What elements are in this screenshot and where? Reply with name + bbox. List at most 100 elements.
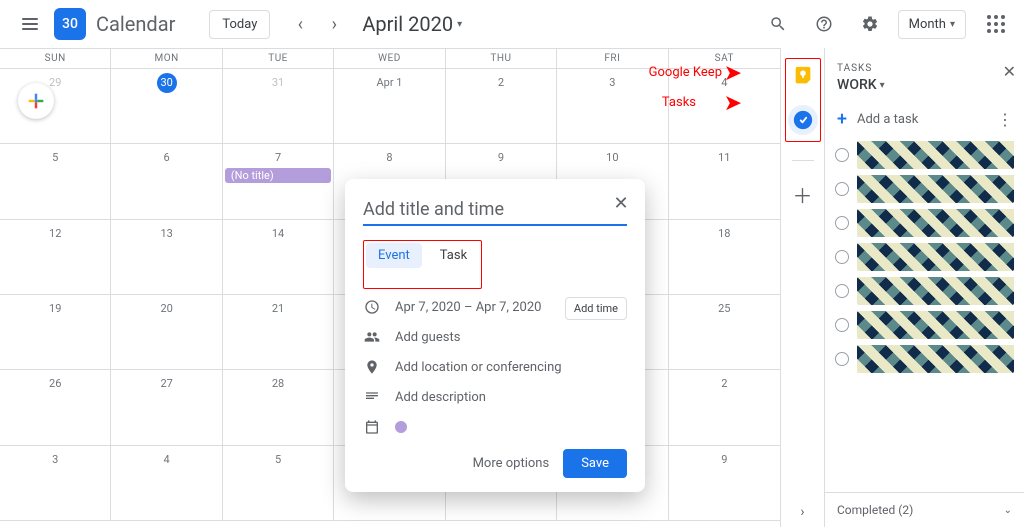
day-cell[interactable]: 11 [669, 144, 780, 219]
prev-month-button[interactable]: ‹ [286, 10, 314, 38]
day-cell[interactable]: 21 [223, 295, 334, 370]
arrow-icon: ➤ [724, 91, 742, 116]
task-thumbnail [857, 175, 1014, 203]
task-radio[interactable] [835, 250, 849, 264]
tasks-menu-button[interactable]: ⋮ [997, 110, 1014, 129]
add-task-button[interactable]: + Add a task ⋮ [825, 101, 1024, 138]
row-guests[interactable]: Add guests [363, 329, 627, 345]
task-item[interactable] [831, 138, 1018, 172]
addons-button[interactable]: ＋ [788, 179, 818, 209]
task-item[interactable] [831, 342, 1018, 376]
task-item[interactable] [831, 308, 1018, 342]
keep-button[interactable] [788, 61, 818, 91]
keep-icon [792, 65, 814, 87]
collapse-rail-button[interactable]: › [788, 497, 818, 527]
day-cell[interactable]: 18 [669, 220, 780, 295]
task-list-selector[interactable]: WORK ▾ [837, 77, 1012, 93]
row-description[interactable]: Add description [363, 389, 627, 405]
day-number: 27 [157, 374, 177, 394]
day-cell[interactable]: 9 [669, 446, 780, 521]
task-item[interactable] [831, 240, 1018, 274]
day-cell[interactable]: 12 [0, 220, 111, 295]
task-thumbnail [857, 209, 1014, 237]
day-number: 19 [45, 299, 65, 319]
help-button[interactable] [806, 6, 842, 42]
day-cell[interactable]: 27 [111, 370, 222, 445]
day-cell[interactable]: 5 [0, 144, 111, 219]
day-cell[interactable]: 28 [223, 370, 334, 445]
dropdown-caret-icon: ▾ [880, 80, 885, 91]
close-panel-button[interactable]: ✕ [1003, 62, 1016, 81]
day-cell[interactable]: Apr 1 [334, 69, 445, 144]
day-cell[interactable]: 25 [669, 295, 780, 370]
row-calendar[interactable] [363, 419, 627, 435]
task-radio[interactable] [835, 182, 849, 196]
google-apps-button[interactable] [976, 6, 1012, 42]
day-number: 26 [45, 374, 65, 394]
task-radio[interactable] [835, 284, 849, 298]
task-list [825, 138, 1024, 492]
close-icon: ✕ [613, 193, 628, 214]
title-input[interactable] [363, 195, 627, 226]
settings-button[interactable] [852, 6, 888, 42]
task-radio[interactable] [835, 318, 849, 332]
day-number: 10 [602, 148, 622, 168]
day-cell[interactable]: 20 [111, 295, 222, 370]
day-number: 30 [157, 73, 177, 93]
day-cell[interactable]: 3 [0, 446, 111, 521]
current-range[interactable]: April 2020 ▾ [362, 12, 462, 36]
day-cell[interactable]: 14 [223, 220, 334, 295]
day-number: 3 [602, 73, 622, 93]
day-cell[interactable]: 29 [0, 69, 111, 144]
task-item[interactable] [831, 172, 1018, 206]
search-button[interactable] [760, 6, 796, 42]
annotation-keep: Google Keep [649, 65, 722, 80]
add-time-button[interactable]: Add time [565, 297, 627, 320]
day-number: 2 [491, 73, 511, 93]
tasks-button[interactable] [788, 105, 818, 135]
day-cell[interactable]: 31 [223, 69, 334, 144]
day-number: 3 [45, 450, 65, 470]
event-chip[interactable]: (No title) [225, 168, 331, 183]
save-button[interactable]: Save [563, 449, 627, 478]
description-label: Add description [395, 390, 486, 405]
row-location[interactable]: Add location or conferencing [363, 359, 627, 375]
row-date[interactable]: Apr 7, 2020 – Apr 7, 2020 Add time [363, 299, 627, 315]
close-button[interactable]: ✕ [607, 189, 635, 217]
task-radio[interactable] [835, 148, 849, 162]
day-cell[interactable]: 5 [223, 446, 334, 521]
task-item[interactable] [831, 274, 1018, 308]
task-radio[interactable] [835, 216, 849, 230]
location-label: Add location or conferencing [395, 360, 562, 375]
day-cell[interactable]: 6 [111, 144, 222, 219]
day-number: 5 [45, 148, 65, 168]
annotation-tasks: Tasks [662, 95, 696, 110]
day-number: 25 [714, 299, 734, 319]
menu-button[interactable] [12, 6, 48, 42]
tab-task[interactable]: Task [428, 243, 479, 268]
day-number: 9 [491, 148, 511, 168]
weekday-label: THU [446, 49, 557, 69]
task-radio[interactable] [835, 352, 849, 366]
task-thumbnail [857, 311, 1014, 339]
day-cell[interactable]: 2 [446, 69, 557, 144]
day-cell[interactable]: 30 [111, 69, 222, 144]
today-button[interactable]: Today [209, 10, 270, 39]
day-cell[interactable]: 7(No title) [223, 144, 334, 219]
quick-create-popover: ✕ Event Task Apr 7, 2020 – Apr 7, 2020 A… [345, 179, 645, 492]
tab-event[interactable]: Event [366, 243, 422, 268]
more-options-button[interactable]: More options [473, 456, 550, 471]
day-cell[interactable]: 26 [0, 370, 111, 445]
next-month-button[interactable]: › [320, 10, 348, 38]
task-item[interactable] [831, 206, 1018, 240]
day-cell[interactable]: 2 [669, 370, 780, 445]
day-cell[interactable]: 13 [111, 220, 222, 295]
day-cell[interactable]: 3 [557, 69, 668, 144]
day-cell[interactable]: 19 [0, 295, 111, 370]
completed-toggle[interactable]: Completed (2) ⌄ [825, 492, 1024, 527]
day-number: 5 [268, 450, 288, 470]
weekday-label: MON [111, 49, 222, 69]
view-switcher[interactable]: Month ▾ [898, 10, 966, 39]
day-cell[interactable]: 4 [111, 446, 222, 521]
day-number: 7 [268, 148, 288, 168]
